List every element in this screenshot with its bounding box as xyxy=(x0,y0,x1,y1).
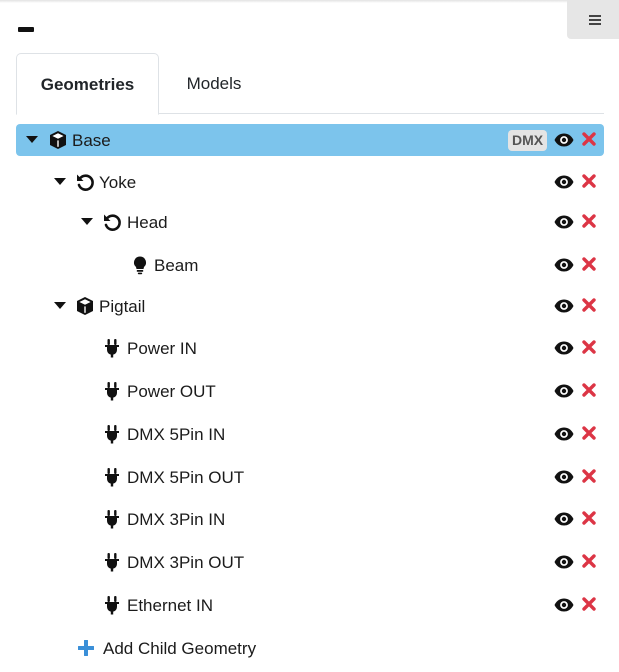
plug-icon xyxy=(102,595,122,615)
caret-down-icon[interactable] xyxy=(26,136,38,143)
plug-icon xyxy=(102,467,122,487)
cube-icon xyxy=(48,130,68,150)
tree-node-label: Power OUT xyxy=(127,382,216,401)
tree-node-label: DMX 3Pin IN xyxy=(127,510,226,529)
tree-node-label: DMX 5Pin OUT xyxy=(127,468,245,487)
delete-x-icon[interactable] xyxy=(582,383,596,397)
plug-icon xyxy=(102,424,122,444)
cube-icon xyxy=(75,296,95,316)
tree-node-label: Ethernet IN xyxy=(127,596,213,615)
tree-node-power-in[interactable]: Power IN xyxy=(16,332,604,364)
tree-node-base[interactable]: Base DMX xyxy=(16,124,604,156)
tree-node-label: Base xyxy=(72,131,111,150)
tree-node-power-out[interactable]: Power OUT xyxy=(16,375,604,407)
tree-node-label: Beam xyxy=(154,256,199,275)
delete-x-icon[interactable] xyxy=(582,132,596,146)
lightbulb-icon xyxy=(130,255,150,275)
tab-bar: Geometries Models xyxy=(16,53,604,115)
eye-icon[interactable] xyxy=(554,299,574,313)
tree-node-dmx-3pin-out[interactable]: DMX 3Pin OUT xyxy=(16,546,604,578)
eye-icon[interactable] xyxy=(554,555,574,569)
eye-icon[interactable] xyxy=(554,175,574,189)
hamburger-menu-button[interactable] xyxy=(567,0,619,39)
menu-icon-bar xyxy=(589,19,601,21)
tree-node-label: DMX 3Pin OUT xyxy=(127,553,245,572)
tab-geometries[interactable]: Geometries xyxy=(16,53,159,115)
undo-icon xyxy=(102,212,122,232)
delete-x-icon[interactable] xyxy=(582,214,596,228)
eye-icon[interactable] xyxy=(554,341,574,355)
menu-icon-bar xyxy=(589,23,601,25)
plug-icon xyxy=(102,381,122,401)
add-child-geometry-label: Add Child Geometry xyxy=(103,639,257,658)
eye-icon[interactable] xyxy=(554,427,574,441)
undo-icon xyxy=(75,172,95,192)
eye-icon[interactable] xyxy=(554,258,574,272)
eye-icon[interactable] xyxy=(554,470,574,484)
minimize-button[interactable] xyxy=(18,27,34,32)
delete-x-icon[interactable] xyxy=(582,511,596,525)
delete-x-icon[interactable] xyxy=(582,174,596,188)
delete-x-icon[interactable] xyxy=(582,340,596,354)
tree-node-label: Head xyxy=(127,213,168,232)
tree-node-label: Pigtail xyxy=(99,297,146,316)
delete-x-icon[interactable] xyxy=(582,554,596,568)
delete-x-icon[interactable] xyxy=(582,469,596,483)
tree-node-head[interactable]: Head xyxy=(16,206,604,238)
tree-node-pigtail[interactable]: Pigtail xyxy=(16,290,604,322)
plug-icon xyxy=(102,552,122,572)
dmx-badge: DMX xyxy=(508,130,548,151)
tree-node-label: Yoke xyxy=(99,173,137,192)
eye-icon[interactable] xyxy=(554,133,574,147)
eye-icon[interactable] xyxy=(554,384,574,398)
delete-x-icon[interactable] xyxy=(582,298,596,312)
plug-icon xyxy=(102,509,122,529)
delete-x-icon[interactable] xyxy=(582,426,596,440)
tree-node-dmx-5pin-out[interactable]: DMX 5Pin OUT xyxy=(16,461,604,493)
tree-node-dmx-3pin-in[interactable]: DMX 3Pin IN xyxy=(16,503,604,535)
tab-models[interactable]: Models xyxy=(159,53,269,114)
tree-node-beam[interactable]: Beam xyxy=(16,249,604,281)
tree-node-ethernet-in[interactable]: Ethernet IN xyxy=(16,589,604,621)
tree-node-yoke[interactable]: Yoke xyxy=(16,166,604,198)
delete-x-icon[interactable] xyxy=(582,257,596,271)
tree-node-label: Power IN xyxy=(127,339,197,358)
eye-icon[interactable] xyxy=(554,598,574,612)
tree-node-dmx-5pin-in[interactable]: DMX 5Pin IN xyxy=(16,418,604,450)
plug-icon xyxy=(102,338,122,358)
delete-x-icon[interactable] xyxy=(582,597,596,611)
plus-icon xyxy=(78,640,94,656)
tree-node-label: DMX 5Pin IN xyxy=(127,425,226,444)
menu-icon-bar xyxy=(589,15,601,17)
top-shadow xyxy=(0,0,619,3)
caret-down-icon[interactable] xyxy=(81,218,93,225)
eye-icon[interactable] xyxy=(554,512,574,526)
eye-icon[interactable] xyxy=(554,215,574,229)
caret-down-icon[interactable] xyxy=(54,302,66,309)
caret-down-icon[interactable] xyxy=(54,178,66,185)
